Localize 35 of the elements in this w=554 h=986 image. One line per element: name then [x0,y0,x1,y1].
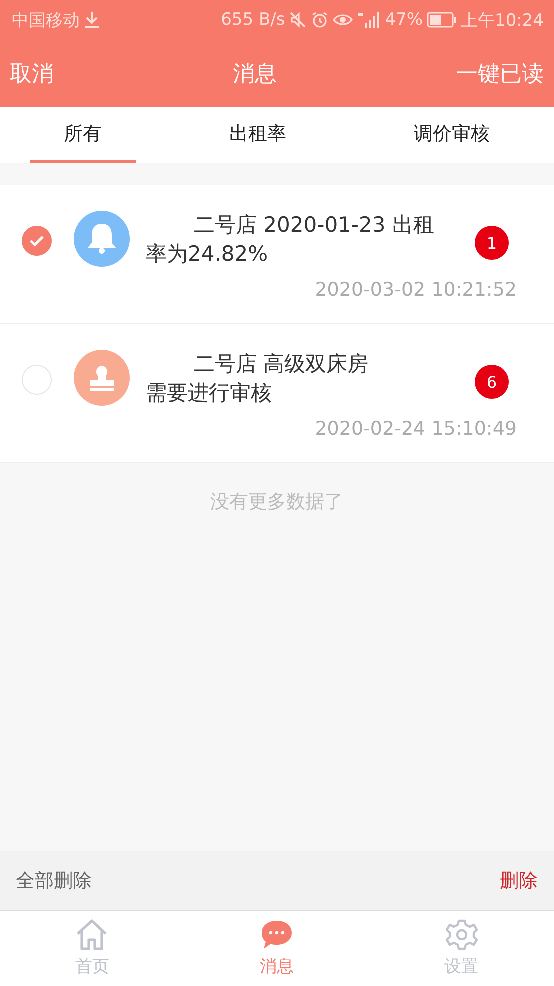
stamp-icon [74,350,130,406]
delete-button[interactable]: 删除 [500,868,538,894]
nav-item[interactable]: 消息 [240,911,314,986]
message-text: 二号店 高级双床房 [193,351,369,378]
download-icon [84,11,100,29]
message-text: 率为24.82% [146,241,268,268]
message-text: 二号店 2020-01-23 出租 [193,212,434,239]
tab[interactable]: 所有 [30,107,136,163]
alarm-icon [311,11,330,29]
unread-count-badge: 6 [475,365,509,399]
message-text: 需要进行审核 [146,380,272,407]
tab[interactable]: 出租率 [195,107,320,163]
carrier-name: 中国移动 [12,10,80,32]
bell-icon [74,211,130,267]
cancel-button[interactable]: 取消 [10,58,54,88]
mark-all-read-button[interactable]: 一键已读 [456,58,544,88]
chat-bubble-icon [260,919,294,951]
end-of-list-note: 没有更多数据了 [210,490,344,515]
signal-icon [357,11,382,29]
battery-percent: 47% [385,10,423,30]
tab[interactable]: 调价审核 [380,107,524,163]
battery-icon [427,12,457,28]
clock-time: 上午10:24 [461,10,544,32]
check-icon [29,235,45,247]
delete-all-button[interactable]: 全部删除 [16,868,92,894]
eye-icon [333,13,354,27]
checkbox[interactable] [22,226,52,256]
settings-icon [444,919,479,951]
message-time: 2020-03-02 10:21:52 [314,279,517,301]
mute-icon [289,11,308,29]
home-icon [75,919,110,951]
page-title: 消息 [233,60,277,88]
message-time: 2020-02-24 15:10:49 [314,418,517,440]
network-speed: 655 B/s [221,10,286,30]
unread-count-badge: 1 [475,226,509,260]
